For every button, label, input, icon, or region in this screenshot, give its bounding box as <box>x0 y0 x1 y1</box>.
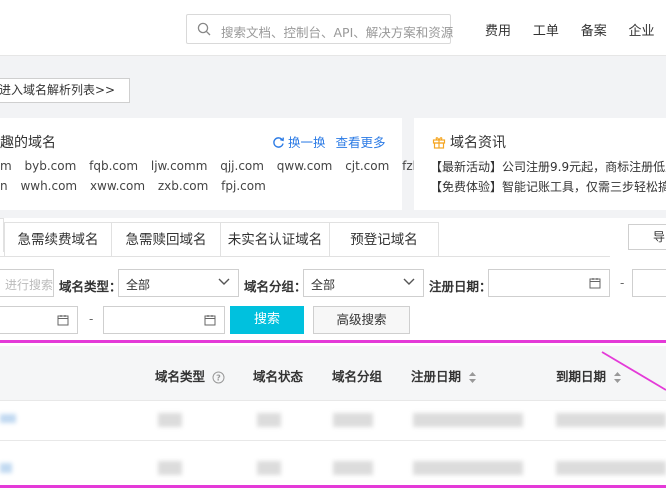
row-divider <box>0 440 666 441</box>
tab-preregistered[interactable]: 预登记域名 <box>329 222 439 256</box>
row-divider <box>0 400 666 401</box>
calendar-icon <box>204 315 216 326</box>
recommended-title: 趣的域名 <box>0 135 56 151</box>
table-row-cell <box>556 461 666 475</box>
recommend-actions: 换一换 查看更多 <box>272 132 396 151</box>
gift-icon <box>432 137 446 149</box>
exp-date-end-input[interactable] <box>103 306 225 334</box>
domain-group-select[interactable]: 全部 <box>303 269 424 297</box>
domain-group-label: 域名分组： <box>244 279 307 294</box>
col-reg-date-label: 注册日期 <box>411 369 462 384</box>
domain-link[interactable]: cjt.com <box>345 159 389 173</box>
search-placeholder: 搜索文档、控制台、API、解决方案和资源 <box>221 25 454 40</box>
col-reg-date[interactable]: 注册日期 <box>411 366 477 385</box>
domain-link[interactable]: n <box>0 179 8 193</box>
news-title: 域名资讯 <box>432 132 506 152</box>
date-range-dash: - <box>620 276 625 290</box>
domain-link[interactable]: byb.com <box>25 159 77 173</box>
tab-renew-urgent[interactable]: 急需续费域名 <box>4 222 112 256</box>
refresh-link[interactable]: 换一换 <box>288 135 326 150</box>
search-button[interactable]: 搜索 <box>230 306 304 334</box>
table-row-cell <box>257 413 281 427</box>
col-exp-date-label: 到期日期 <box>556 369 607 384</box>
annotation-arrow-icon <box>601 351 666 391</box>
domain-link[interactable]: xww.com <box>90 179 145 193</box>
table-row-cell <box>333 413 373 427</box>
highlight-border-bottom <box>0 485 666 488</box>
domain-link[interactable]: ljw.comm <box>151 159 208 173</box>
recommended-domains-panel: 趣的域名 换一换 查看更多 m byb.com fqb.com ljw.comm … <box>0 118 450 210</box>
refresh-icon <box>273 137 284 148</box>
domain-group-value: 全部 <box>311 278 336 292</box>
domain-news-panel: 域名资讯 【最新活动】公司注册9.9元起，商标注册低至 【免费体验】智能记账工具… <box>414 118 666 210</box>
highlight-border-top <box>0 340 666 343</box>
nav-enterprise[interactable]: 企业 <box>629 20 655 39</box>
svg-text:?: ? <box>217 374 222 383</box>
col-domain-type: 域名类型 ? <box>155 366 225 385</box>
table-row-cell <box>158 461 182 475</box>
top-header: 搜索文档、控制台、API、解决方案和资源 费用 工单 备案 企业 支 <box>0 0 666 56</box>
tab-divider <box>0 256 610 257</box>
tab-unverified[interactable]: 未实名认证域名 <box>220 222 330 256</box>
view-more-link[interactable]: 查看更多 <box>336 135 386 150</box>
chevron-down-icon <box>218 278 230 285</box>
table-row-cell <box>158 413 182 427</box>
date-range-dash: - <box>89 312 94 326</box>
domain-link[interactable]: qjj.com <box>220 159 264 173</box>
news-item[interactable]: 【最新活动】公司注册9.9元起，商标注册低至 <box>430 158 666 175</box>
reg-date-start-input[interactable] <box>488 269 610 297</box>
domain-link[interactable]: wwh.com <box>20 179 77 193</box>
table-row-cell <box>413 413 523 427</box>
domain-row-1: m byb.com fqb.com ljw.comm qjj.com qww.c… <box>0 159 459 173</box>
domain-type-value: 全部 <box>126 278 151 292</box>
table-row-cell <box>556 413 666 427</box>
domain-row-2: n wwh.com xww.com zxb.com fpj.com <box>0 179 275 193</box>
reg-date-label: 注册日期： <box>429 279 492 294</box>
chevron-down-icon <box>403 278 415 285</box>
nav-filing[interactable]: 备案 <box>581 20 607 39</box>
col-domain-group: 域名分组 <box>332 369 383 384</box>
table-row-cell <box>0 463 12 473</box>
table-row-cell <box>257 461 281 475</box>
calendar-icon <box>57 315 69 326</box>
advanced-search-button[interactable]: 高级搜索 <box>313 306 410 334</box>
search-icon <box>197 22 211 36</box>
export-button[interactable]: 导 <box>628 224 666 250</box>
domain-type-label: 域名类型： <box>59 279 122 294</box>
global-search-input[interactable]: 搜索文档、控制台、API、解决方案和资源 <box>186 14 454 44</box>
nav-tickets[interactable]: 工单 <box>533 20 559 39</box>
domain-search-input[interactable]: 进行搜索 <box>0 269 54 297</box>
exp-date-start-input[interactable] <box>0 306 78 334</box>
col-domain-status: 域名状态 <box>253 369 304 384</box>
table-row-cell <box>333 461 373 475</box>
domain-link[interactable]: fqb.com <box>89 159 138 173</box>
table-row-cell <box>0 414 16 423</box>
top-nav: 费用 工单 备案 企业 支 <box>485 20 666 39</box>
help-icon[interactable]: ? <box>212 371 225 384</box>
calendar-icon <box>589 278 601 289</box>
sort-icon[interactable] <box>468 371 477 384</box>
search-input-placeholder: 进行搜索 <box>5 278 54 292</box>
domain-link[interactable]: m <box>0 159 12 173</box>
news-item[interactable]: 【免费体验】智能记账工具，仅需三步轻松搞定 <box>430 178 666 195</box>
domain-type-select[interactable]: 全部 <box>118 269 239 297</box>
col-domain-type-label: 域名类型 <box>155 369 206 384</box>
reg-date-end-input[interactable] <box>632 269 666 297</box>
domain-link[interactable]: fpj.com <box>221 179 266 193</box>
enter-domain-list-button[interactable]: 进入域名解析列表>> <box>0 78 130 103</box>
domain-link[interactable]: zxb.com <box>158 179 208 193</box>
domain-link[interactable]: qww.com <box>277 159 333 173</box>
tab-redeem-urgent[interactable]: 急需赎回域名 <box>111 222 221 256</box>
nav-fees[interactable]: 费用 <box>485 20 511 39</box>
table-row-cell <box>413 461 523 475</box>
